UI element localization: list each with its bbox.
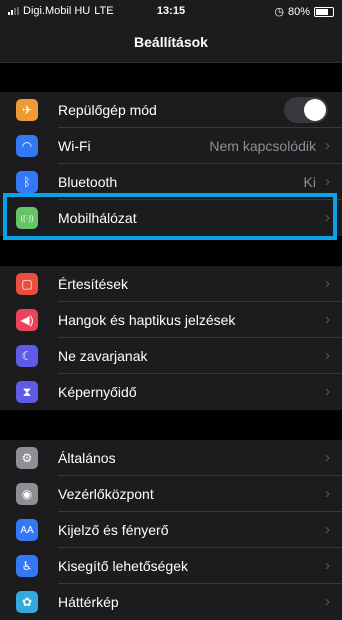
settings-row-label: Értesítések: [58, 276, 129, 292]
chevron-right-icon: ›: [325, 593, 330, 610]
section-spacer: [0, 63, 342, 88]
chevron-right-icon: ›: [325, 557, 330, 574]
settings-row-mobilhalozat[interactable]: ((·)) Mobilhálózat ›: [0, 200, 342, 236]
hourglass-icon: ⧗: [16, 381, 38, 403]
navigation-bar: Beállítások: [0, 22, 342, 63]
chevron-right-icon: ›: [325, 173, 330, 190]
settings-row-wifi[interactable]: ◠ Wi-Fi Nem kapcsolódik ›: [0, 128, 342, 164]
settings-row-label: Általános: [58, 450, 116, 466]
settings-row-label: Bluetooth: [58, 174, 118, 190]
settings-row-repulogep-mod[interactable]: ✈ Repülőgép mód: [0, 92, 342, 128]
moon-icon: ☾: [16, 345, 38, 367]
settings-row-vezerlokozpont[interactable]: ◉ Vezérlőközpont ›: [0, 476, 342, 512]
settings-row-value: Ki: [303, 174, 316, 190]
settings-row-kijelzo[interactable]: AA Kijelző és fényerő ›: [0, 512, 342, 548]
notifications-icon: ▢: [16, 273, 38, 295]
settings-row-hatterkep[interactable]: ✿ Háttérkép ›: [0, 584, 342, 620]
chevron-right-icon: ›: [325, 383, 330, 400]
accessibility-icon: ♿: [16, 555, 38, 577]
sounds-icon: ◀): [16, 309, 38, 331]
cellular-icon: ((·)): [16, 207, 38, 229]
settings-row-label: Kisegítő lehetőségek: [58, 558, 188, 574]
settings-row-label: Kijelző és fényerő: [58, 522, 169, 538]
gear-icon: ⚙: [16, 447, 38, 469]
settings-group-connectivity: ✈ Repülőgép mód ◠ Wi-Fi Nem kapcsolódik › ᛒ Blu…: [0, 92, 342, 236]
settings-row-altalanos[interactable]: ⚙ Általános ›: [0, 440, 342, 476]
page-title: Beállítások: [134, 34, 208, 50]
chevron-right-icon: ›: [325, 347, 330, 364]
settings-row-label: Hangok és haptikus jelzések: [58, 312, 236, 328]
settings-row-label: Repülőgép mód: [58, 102, 157, 118]
settings-row-hangok[interactable]: ◀) Hangok és haptikus jelzések ›: [0, 302, 342, 338]
settings-row-value: Nem kapcsolódik: [209, 138, 316, 154]
settings-row-kepernyoido[interactable]: ⧗ Képernyőidő ›: [0, 374, 342, 410]
chevron-right-icon: ›: [325, 137, 330, 154]
settings-row-label: Mobilhálózat: [58, 210, 137, 226]
chevron-right-icon: ›: [325, 311, 330, 328]
chevron-right-icon: ›: [325, 521, 330, 538]
settings-row-label: Vezérlőközpont: [58, 486, 154, 502]
settings-row-label: Ne zavarjanak: [58, 348, 148, 364]
settings-group-general: ⚙ Általános › ◉ Vezérlőközpont › AA Kijelző és …: [0, 440, 342, 620]
control-center-icon: ◉: [16, 483, 38, 505]
settings-row-ne-zavarjanak[interactable]: ☾ Ne zavarjanak ›: [0, 338, 342, 374]
settings-row-label: Háttérkép: [58, 594, 119, 610]
section-spacer: [0, 410, 342, 438]
status-bar: Digi.Mobil HU LTE 13:15 ◷ 80%: [0, 0, 342, 22]
alarm-icon: ◷: [274, 6, 284, 18]
section-spacer: [0, 236, 342, 264]
wifi-icon: ◠: [16, 135, 38, 157]
settings-row-label: Képernyőidő: [58, 384, 137, 400]
battery-percent: 80%: [287, 5, 310, 18]
settings-row-label: Wi-Fi: [58, 138, 91, 154]
settings-row-bluetooth[interactable]: ᛒ Bluetooth Ki ›: [0, 164, 342, 200]
chevron-right-icon: ›: [325, 449, 330, 466]
settings-row-kisegito[interactable]: ♿ Kisegítő lehetőségek ›: [0, 548, 342, 584]
chevron-right-icon: ›: [325, 209, 330, 226]
display-icon: AA: [16, 519, 38, 541]
chevron-right-icon: ›: [325, 485, 330, 502]
chevron-right-icon: ›: [325, 275, 330, 292]
battery-icon: [314, 6, 334, 17]
settings-row-ertesitesek[interactable]: ▢ Értesítések ›: [0, 266, 342, 302]
status-right: ◷ 80%: [274, 5, 334, 18]
airplane-mode-toggle[interactable]: [284, 97, 328, 123]
settings-group-notifications: ▢ Értesítések › ◀) Hangok és haptikus jelzés…: [0, 266, 342, 410]
airplane-icon: ✈: [16, 99, 38, 121]
bluetooth-icon: ᛒ: [16, 171, 38, 193]
